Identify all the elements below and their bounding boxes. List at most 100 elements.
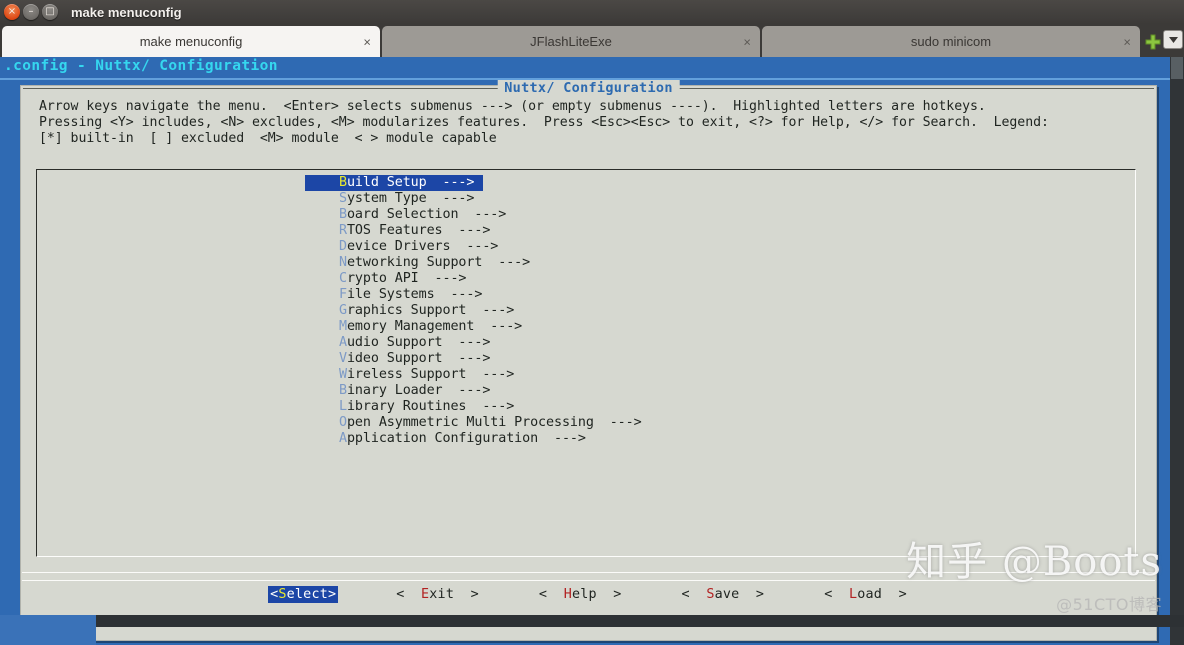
menu-item-hotkey: S bbox=[339, 191, 347, 206]
button-hotkey: S bbox=[278, 587, 287, 602]
screenshot-root: × – □ make menuconfig make menuconfig × … bbox=[0, 0, 1184, 645]
menu-item-graphics-support[interactable]: Graphics Support ---> bbox=[305, 303, 642, 319]
tab-list-dropdown-button[interactable] bbox=[1163, 30, 1183, 49]
menu-item-label: uild Setup ---> bbox=[346, 175, 475, 190]
menu-item-hotkey: F bbox=[339, 287, 347, 302]
menu-item-label: inary Loader ---> bbox=[346, 383, 491, 398]
menu-item-binary-loader[interactable]: Binary Loader ---> bbox=[305, 383, 642, 399]
tab-tools bbox=[1144, 26, 1183, 57]
menu-item-system-type[interactable]: System Type ---> bbox=[305, 191, 642, 207]
window-minimize-button[interactable]: – bbox=[23, 4, 39, 20]
window-title: make menuconfig bbox=[71, 4, 182, 20]
menu-item[interactable]: Video Support ---> bbox=[305, 351, 642, 367]
menu-item[interactable]: Audio Support ---> bbox=[305, 335, 642, 351]
menu-item-video-support[interactable]: Video Support ---> bbox=[305, 351, 642, 367]
menu-item-label: TOS Features ---> bbox=[346, 223, 491, 238]
menu-item[interactable]: Crypto API ---> bbox=[305, 271, 642, 287]
button-bracket-left: < bbox=[681, 587, 707, 602]
menu-list-box[interactable]: Build Setup ---> System Type ---> Board Se… bbox=[36, 169, 1136, 557]
menu-item-networking-support[interactable]: Networking Support ---> bbox=[305, 255, 642, 271]
select-button[interactable]: <Select> bbox=[268, 586, 339, 603]
tab-close-icon[interactable]: × bbox=[1123, 35, 1131, 48]
menu-item[interactable]: RTOS Features ---> bbox=[305, 223, 642, 239]
menu-item[interactable]: Board Selection ---> bbox=[305, 207, 642, 223]
close-icon: × bbox=[7, 6, 17, 17]
menu-item[interactable]: Graphics Support ---> bbox=[305, 303, 642, 319]
button-bracket-left: < bbox=[824, 587, 849, 602]
button-bracket-right: > bbox=[739, 587, 765, 602]
menu-item-label: ideo Support ---> bbox=[346, 351, 491, 366]
menu-item[interactable]: Memory Management ---> bbox=[305, 319, 642, 335]
menu-item-wireless-support[interactable]: Wireless Support ---> bbox=[305, 367, 642, 383]
terminal-area[interactable]: .config - Nuttx/ Configuration Nuttx/ Co… bbox=[0, 57, 1184, 645]
button-label: elect bbox=[286, 587, 328, 602]
tab-sudo-minicom[interactable]: sudo minicom × bbox=[762, 26, 1140, 57]
window-close-button[interactable]: × bbox=[4, 4, 20, 20]
menu-item-label: evice Drivers ---> bbox=[346, 239, 499, 254]
menu-item-rtos-features[interactable]: RTOS Features ---> bbox=[305, 223, 642, 239]
tab-label: make menuconfig bbox=[139, 34, 243, 49]
menu-item[interactable]: File Systems ---> bbox=[305, 287, 642, 303]
tab-close-icon[interactable]: × bbox=[363, 35, 371, 48]
menu-item-label: etworking Support ---> bbox=[346, 255, 531, 270]
menu-item-hotkey: L bbox=[339, 399, 347, 414]
menu-item-label: oard Selection ---> bbox=[346, 207, 507, 222]
menu-item-hotkey: D bbox=[339, 239, 347, 254]
menu-items: Build Setup ---> System Type ---> Board Se… bbox=[305, 175, 642, 447]
menu-item[interactable]: Device Drivers ---> bbox=[305, 239, 642, 255]
chevron-down-icon bbox=[1168, 36, 1178, 43]
menu-item-open-asymmetric-multi-processing[interactable]: Open Asymmetric Multi Processing ---> bbox=[305, 415, 642, 431]
tab-jflashliteexe[interactable]: JFlashLiteExe × bbox=[382, 26, 760, 57]
tab-label: sudo minicom bbox=[910, 34, 992, 49]
button-label: oad bbox=[857, 587, 883, 602]
menu-item-build-setup[interactable]: Build Setup ---> bbox=[305, 175, 642, 191]
menu-item-hotkey: R bbox=[339, 223, 347, 238]
menu-item-hotkey: W bbox=[339, 367, 347, 382]
help-button[interactable]: < Help > bbox=[537, 586, 624, 603]
button-bracket-left: < bbox=[396, 587, 422, 602]
window-maximize-button[interactable]: □ bbox=[42, 4, 58, 20]
menu-item[interactable]: Wireless Support ---> bbox=[305, 367, 642, 383]
desktop-bottom-strip bbox=[96, 615, 1184, 627]
menu-item-selected[interactable]: Build Setup ---> bbox=[305, 175, 483, 191]
terminal-scrollbar[interactable] bbox=[1170, 57, 1184, 645]
save-button[interactable]: < Save > bbox=[680, 586, 767, 603]
menu-item[interactable]: System Type ---> bbox=[305, 191, 642, 207]
menu-item-application-configuration[interactable]: Application Configuration ---> bbox=[305, 431, 642, 447]
new-tab-button[interactable] bbox=[1144, 31, 1161, 53]
menu-item-device-drivers[interactable]: Device Drivers ---> bbox=[305, 239, 642, 255]
help-line-3: [*] built-in [ ] excluded <M> module < >… bbox=[39, 131, 497, 146]
menu-item-label: ibrary Routines ---> bbox=[346, 399, 515, 414]
menu-item-board-selection[interactable]: Board Selection ---> bbox=[305, 207, 642, 223]
menu-item-hotkey: C bbox=[339, 271, 347, 286]
menu-item-audio-support[interactable]: Audio Support ---> bbox=[305, 335, 642, 351]
tab-make-menuconfig[interactable]: make menuconfig × bbox=[2, 26, 380, 57]
menu-item-file-systems[interactable]: File Systems ---> bbox=[305, 287, 642, 303]
load-button[interactable]: < Load > bbox=[822, 586, 909, 603]
menu-item-label: ile Systems ---> bbox=[346, 287, 483, 302]
menu-item-hotkey: G bbox=[339, 303, 347, 318]
menu-item-memory-management[interactable]: Memory Management ---> bbox=[305, 319, 642, 335]
menu-item[interactable]: Binary Loader ---> bbox=[305, 383, 642, 399]
button-bracket-right: > bbox=[454, 587, 479, 602]
button-label: xit bbox=[429, 587, 455, 602]
menu-item[interactable]: Library Routines ---> bbox=[305, 399, 642, 415]
tab-bar: make menuconfig × JFlashLiteExe × sudo m… bbox=[0, 24, 1184, 57]
minimize-icon: – bbox=[28, 6, 34, 17]
menu-item-label: rypto API ---> bbox=[346, 271, 467, 286]
menu-item-library-routines[interactable]: Library Routines ---> bbox=[305, 399, 642, 415]
terminal-scrollbar-thumb[interactable] bbox=[1171, 57, 1183, 79]
menu-item-hotkey: B bbox=[339, 207, 347, 222]
menu-item-crypto-api[interactable]: Crypto API ---> bbox=[305, 271, 642, 287]
tab-close-icon[interactable]: × bbox=[743, 35, 751, 48]
button-label: ave bbox=[714, 587, 740, 602]
tab-label: JFlashLiteExe bbox=[530, 34, 612, 49]
menu-item[interactable]: Networking Support ---> bbox=[305, 255, 642, 271]
menu-item[interactable]: Application Configuration ---> bbox=[305, 431, 642, 447]
menu-item-hotkey: O bbox=[339, 415, 347, 430]
menu-item[interactable]: Open Asymmetric Multi Processing ---> bbox=[305, 415, 642, 431]
exit-button[interactable]: < Exit > bbox=[394, 586, 481, 603]
plus-icon bbox=[1145, 34, 1160, 49]
menuconfig-dialog: Nuttx/ Configuration Arrow keys navigate… bbox=[20, 80, 1157, 641]
menu-item-hotkey: N bbox=[339, 255, 347, 270]
